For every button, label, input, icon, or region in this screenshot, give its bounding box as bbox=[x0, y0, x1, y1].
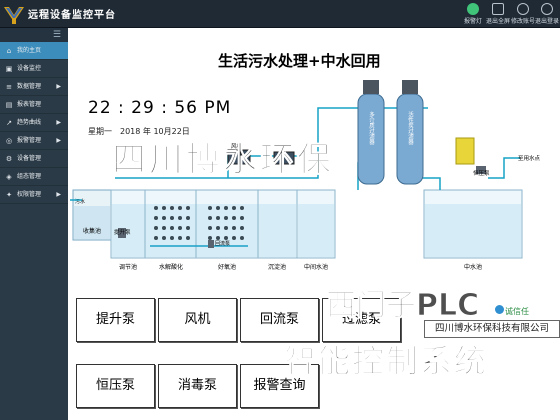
tank-label-sedimentation: 沉淀池 bbox=[268, 263, 286, 271]
inlet-label: 污水 bbox=[75, 198, 85, 205]
reuse-pool-water bbox=[425, 204, 521, 257]
alarm-light-button[interactable]: 报警灯 bbox=[461, 3, 485, 25]
sidebar-item-permissions[interactable]: ✦ 权限管理 ▶ bbox=[0, 186, 68, 204]
tank-label-aerobic: 好氧池 bbox=[218, 263, 236, 271]
exit-fullscreen-label: 退出全屏 bbox=[486, 18, 511, 25]
sidebar-item-label: 权限管理 bbox=[17, 191, 42, 198]
sidebar-item-label: 我的主页 bbox=[17, 47, 42, 54]
sidebar-item-label: 设备监控 bbox=[17, 65, 42, 72]
chevron-right-icon: ▶ bbox=[56, 83, 61, 90]
alarm-light-label: 报警灯 bbox=[463, 18, 482, 25]
database-icon: ≡ bbox=[6, 83, 12, 91]
menu-toggle-icon[interactable]: ☰ bbox=[53, 30, 61, 40]
return-pump-label: 回流泵 bbox=[215, 240, 230, 247]
brand-small-text: 诚信任 bbox=[505, 307, 529, 316]
config-icon: ◈ bbox=[6, 173, 12, 181]
alarm-icon: ◎ bbox=[5, 137, 13, 145]
middle-pool-water bbox=[298, 204, 334, 257]
lift-pump-label: 提升泵 bbox=[114, 228, 131, 236]
sidebar-item-alarm[interactable]: ◎ 报警管理 ▶ bbox=[0, 132, 68, 150]
sidebar-item-config[interactable]: ◈ 组态管理 bbox=[0, 168, 68, 186]
chevron-right-icon: ▶ bbox=[56, 137, 61, 144]
sidebar-item-data-management[interactable]: ≡ 数据管理 ▶ bbox=[0, 78, 68, 96]
tank-label-reuse: 中水池 bbox=[464, 263, 482, 271]
carbon-filter-label: 活性炭过滤器 bbox=[407, 110, 414, 146]
brand-box: 四川博水环保科技有限公司 bbox=[424, 320, 560, 338]
tank-label-regulating: 调节池 bbox=[119, 263, 137, 271]
chart-icon: ↗ bbox=[6, 119, 12, 127]
lift-pump-button[interactable]: 提升泵 bbox=[76, 298, 155, 342]
reuse-point-label: 至用水点 bbox=[518, 154, 541, 162]
filter-2-valve-icon bbox=[402, 80, 418, 94]
exit-fullscreen-button[interactable]: 退出全屏 bbox=[486, 3, 510, 25]
permission-icon: ✦ bbox=[6, 191, 12, 199]
constant-pump-button[interactable]: 恒压泵 bbox=[76, 364, 155, 408]
return-pump-icon bbox=[208, 240, 214, 248]
sidebar-item-device-management[interactable]: ⚙ 设备管理 bbox=[0, 150, 68, 168]
sidebar-item-device-monitor[interactable]: ▣ 设备监控 bbox=[0, 60, 68, 78]
alarm-light-icon bbox=[467, 3, 479, 15]
fan-button[interactable]: 风机 bbox=[158, 298, 237, 342]
edit-account-button[interactable]: 修改账号 bbox=[511, 3, 535, 25]
top-bar: 远程设备监控平台 报警灯 退出全屏 修改账号 退出登录 bbox=[0, 0, 560, 28]
filter-1-valve-icon bbox=[363, 80, 379, 94]
sidebar-header: ☰ bbox=[0, 28, 68, 42]
disinfect-pump-button[interactable]: 消毒泵 bbox=[158, 364, 237, 408]
logo-icon bbox=[4, 7, 24, 24]
multimedia-filter-label: 多介质过滤器 bbox=[368, 110, 375, 146]
device-icon: ⚙ bbox=[5, 155, 13, 163]
sidebar-item-label: 趋势曲线 bbox=[17, 119, 42, 126]
chevron-right-icon: ▶ bbox=[56, 191, 61, 198]
plc-watermark: 西门子PLC bbox=[325, 288, 480, 324]
monitor-icon: ▣ bbox=[5, 65, 13, 73]
sidebar-item-label: 组态管理 bbox=[17, 173, 42, 180]
edit-account-label: 修改账号 bbox=[511, 18, 536, 25]
collection-label: 收集池 bbox=[83, 227, 101, 235]
logout-button[interactable]: 退出登录 bbox=[535, 3, 559, 25]
sidebar-item-label: 报表管理 bbox=[17, 101, 42, 108]
tank-label-middle: 中间水池 bbox=[304, 263, 328, 271]
company-watermark: 四川博水环保 bbox=[112, 140, 334, 181]
user-icon bbox=[517, 3, 529, 15]
sidebar-item-label: 设备管理 bbox=[17, 155, 42, 162]
app-title: 远程设备监控平台 bbox=[28, 10, 116, 21]
chevron-right-icon: ▶ bbox=[56, 119, 61, 126]
logout-label: 退出登录 bbox=[535, 18, 560, 25]
tank-label-hydrolysis: 水解酸化 bbox=[159, 263, 183, 271]
sidebar-item-reports[interactable]: ▤ 报表管理 bbox=[0, 96, 68, 114]
power-icon bbox=[541, 3, 553, 15]
sidebar-item-label: 数据管理 bbox=[17, 83, 42, 90]
system-watermark: 智能控制系统 bbox=[283, 342, 489, 381]
report-icon: ▤ bbox=[5, 101, 13, 109]
sidebar-item-home[interactable]: ⌂ 我的主页 bbox=[0, 42, 68, 60]
treatment-water bbox=[112, 204, 296, 257]
fullscreen-icon bbox=[492, 3, 504, 15]
sidebar: ☰ ⌂ 我的主页 ▣ 设备监控 ≡ 数据管理 ▶ ▤ 报表管理 ↗ 趋势曲线 ▶… bbox=[0, 28, 68, 420]
sidebar-item-label: 报警管理 bbox=[17, 137, 42, 144]
brand-logo-icon bbox=[495, 305, 504, 314]
constant-pump-label: 恒压泵 bbox=[473, 169, 490, 177]
home-icon: ⌂ bbox=[6, 47, 12, 55]
reuse-pipe bbox=[488, 157, 520, 179]
sidebar-item-trend[interactable]: ↗ 趋势曲线 ▶ bbox=[0, 114, 68, 132]
pressure-tank bbox=[455, 137, 475, 165]
